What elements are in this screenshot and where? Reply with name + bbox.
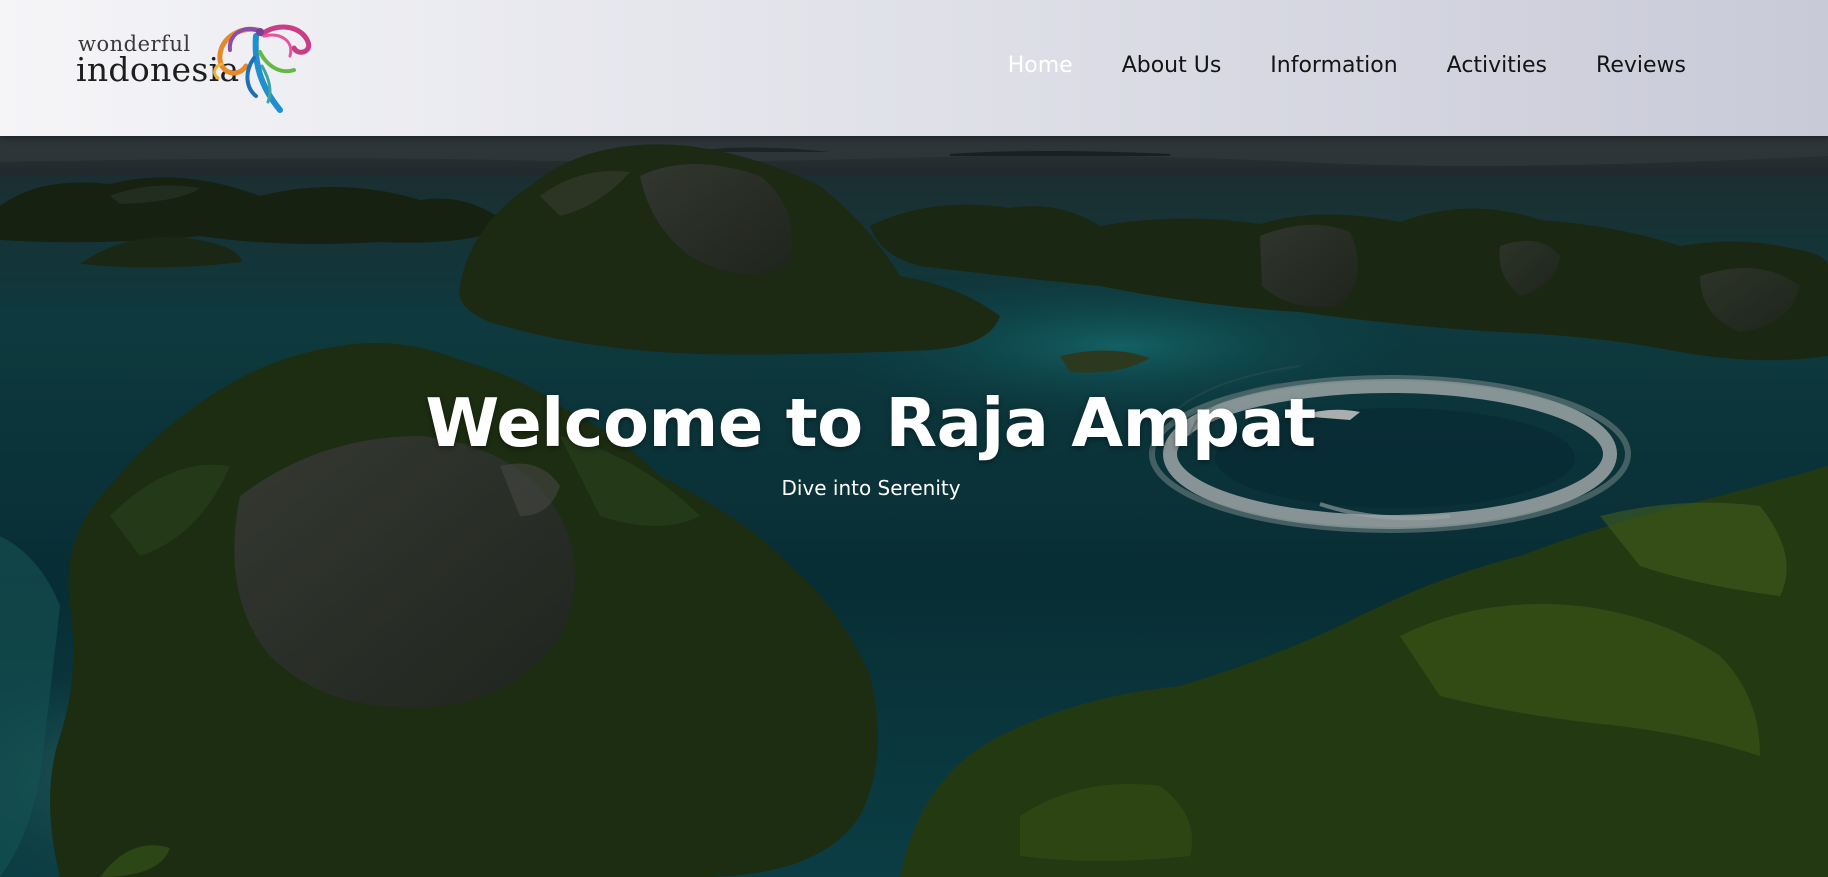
site-header: wonderful indonesia Home About Us Inform… [0, 0, 1828, 136]
nav-home-link[interactable]: Home [1008, 52, 1073, 80]
nav-reviews-link[interactable]: Reviews [1596, 52, 1686, 80]
site-logo[interactable]: wonderful indonesia [74, 22, 324, 114]
nav-information-link[interactable]: Information [1270, 52, 1397, 80]
hero-background-image [0, 136, 1828, 877]
hero-subtitle: Dive into Serenity [781, 476, 961, 500]
nav-about-us-link[interactable]: About Us [1122, 52, 1222, 80]
hero-text-block: Welcome to Raja Ampat Dive into Serenity [0, 384, 1828, 500]
hero-title: Welcome to Raja Ampat [425, 384, 1316, 462]
hero-section: Welcome to Raja Ampat Dive into Serenity [0, 136, 1828, 877]
garuda-bird-logo-icon [213, 24, 312, 113]
nav-activities-link[interactable]: Activities [1447, 52, 1547, 80]
main-navigation: Home About Us Information Activities Rev… [1008, 52, 1686, 80]
